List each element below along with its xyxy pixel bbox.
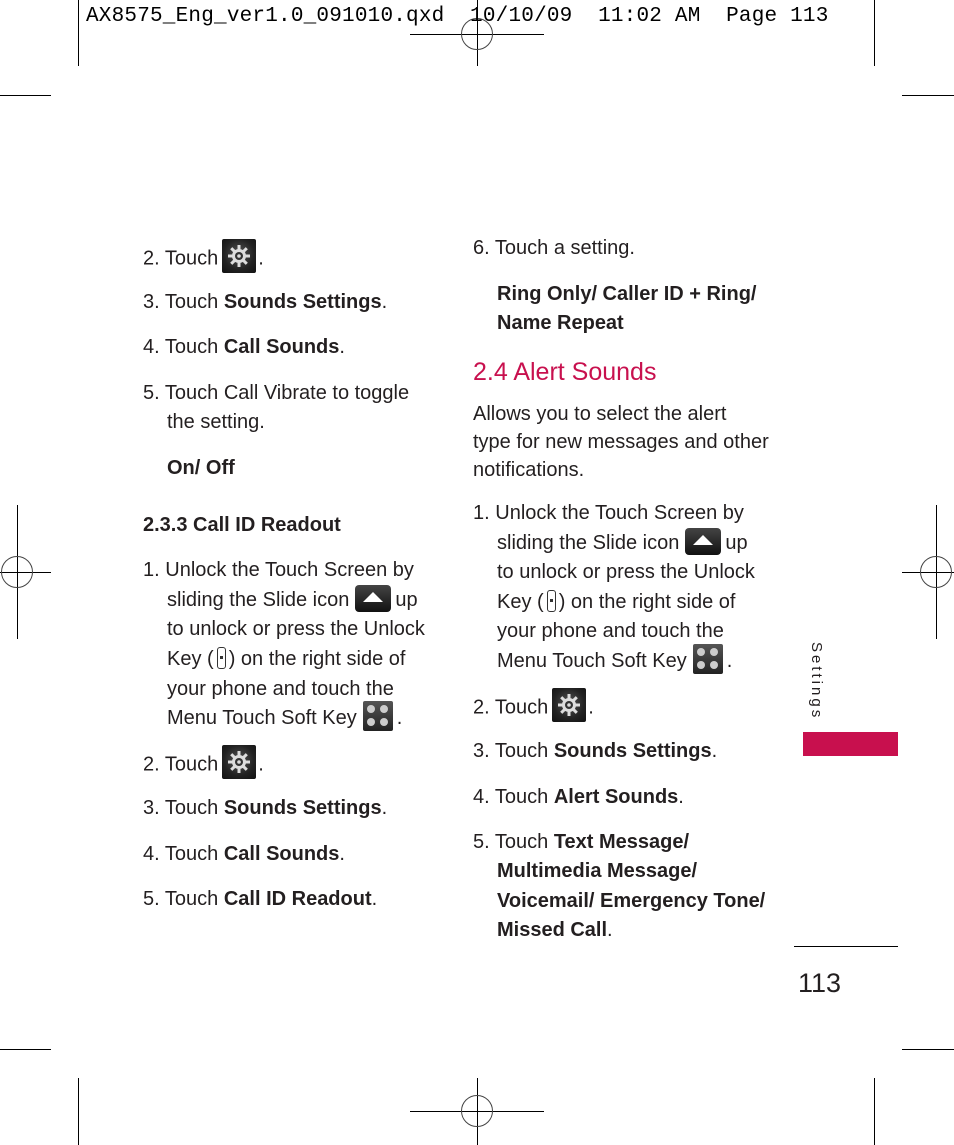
step-item: 5. Touch Call ID Readout. (143, 888, 378, 910)
step-item-continued: Key () on the right side of (497, 589, 736, 613)
step-item: 6. Touch a setting. (473, 237, 635, 259)
section-heading: 2.4 Alert Sounds (473, 358, 657, 386)
crop-mark (902, 1049, 954, 1050)
step-item: 2. Touch. (473, 688, 594, 722)
intro-text: type for new messages and other (473, 431, 769, 453)
step-item: 3. Touch Sounds Settings. (143, 291, 388, 313)
step-item: 1. Unlock the Touch Screen by (143, 559, 414, 581)
step-item: 4. Touch Alert Sounds. (473, 786, 684, 808)
step-item-continued: sliding the Slide icon up (497, 528, 748, 556)
slide-up-icon (685, 528, 722, 556)
step-item: 4. Touch Call Sounds. (143, 843, 345, 865)
step-item-continued: Menu Touch Soft Key. (167, 700, 402, 731)
step-item: 2. Touch. (143, 745, 264, 779)
step-item: 5. Touch Text Message/ (473, 831, 690, 853)
registration-mark (461, 1095, 493, 1127)
crop-mark (0, 1049, 51, 1050)
section-tab-marker (803, 732, 898, 756)
step-item: 1. Unlock the Touch Screen by (473, 502, 744, 524)
step-item-continued: Missed Call. (497, 919, 613, 941)
subheading: 2.3.3 Call ID Readout (143, 514, 341, 536)
options-text: Ring Only/ Caller ID + Ring/ (497, 283, 757, 305)
step-item: 2. Touch. (143, 239, 264, 273)
step-item: 3. Touch Sounds Settings. (473, 740, 718, 762)
step-item-continued: Menu Touch Soft Key. (497, 643, 732, 674)
menu-soft-key-icon (692, 643, 723, 674)
crop-mark (874, 1078, 875, 1145)
step-item: 4. Touch Call Sounds. (143, 336, 345, 358)
step-item-continued: to unlock or press the Unlock (167, 618, 425, 640)
crop-mark (0, 95, 51, 96)
crop-mark (902, 95, 954, 96)
step-item-continued: Key () on the right side of (167, 646, 406, 670)
gear-icon (222, 745, 257, 779)
crop-mark (78, 1078, 79, 1145)
step-item-continued: your phone and touch the (497, 620, 724, 642)
step-item-continued: your phone and touch the (167, 678, 394, 700)
options-text: On/ Off (167, 457, 235, 479)
crop-mark (874, 0, 875, 66)
gear-icon (222, 239, 257, 273)
step-item: 5. Touch Call Vibrate to toggle (143, 382, 410, 404)
page-number: 113 (798, 968, 842, 998)
print-slug: AX8575_Eng_ver1.0_091010.qxd 10/10/09 11… (86, 5, 829, 28)
registration-mark (920, 556, 952, 588)
step-item-continued: Voicemail/ Emergency Tone/ (497, 890, 766, 912)
intro-text: notifications. (473, 459, 585, 481)
footer-rule (794, 946, 898, 947)
options-text: Name Repeat (497, 312, 624, 334)
step-item: 3. Touch Sounds Settings. (143, 797, 388, 819)
step-item-continued: Multimedia Message/ (497, 860, 698, 882)
gear-icon (552, 688, 587, 722)
unlock-key-icon (216, 646, 226, 669)
section-tab-label: Settings (808, 642, 825, 721)
slide-up-icon (355, 585, 392, 613)
menu-soft-key-icon (362, 700, 393, 731)
step-item-continued: sliding the Slide icon up (167, 585, 418, 613)
registration-mark (1, 556, 33, 588)
crop-mark (78, 0, 79, 66)
step-item-continued: the setting. (167, 411, 265, 433)
step-item-continued: to unlock or press the Unlock (497, 561, 755, 583)
unlock-key-icon (546, 589, 556, 612)
intro-text: Allows you to select the alert (473, 403, 727, 425)
